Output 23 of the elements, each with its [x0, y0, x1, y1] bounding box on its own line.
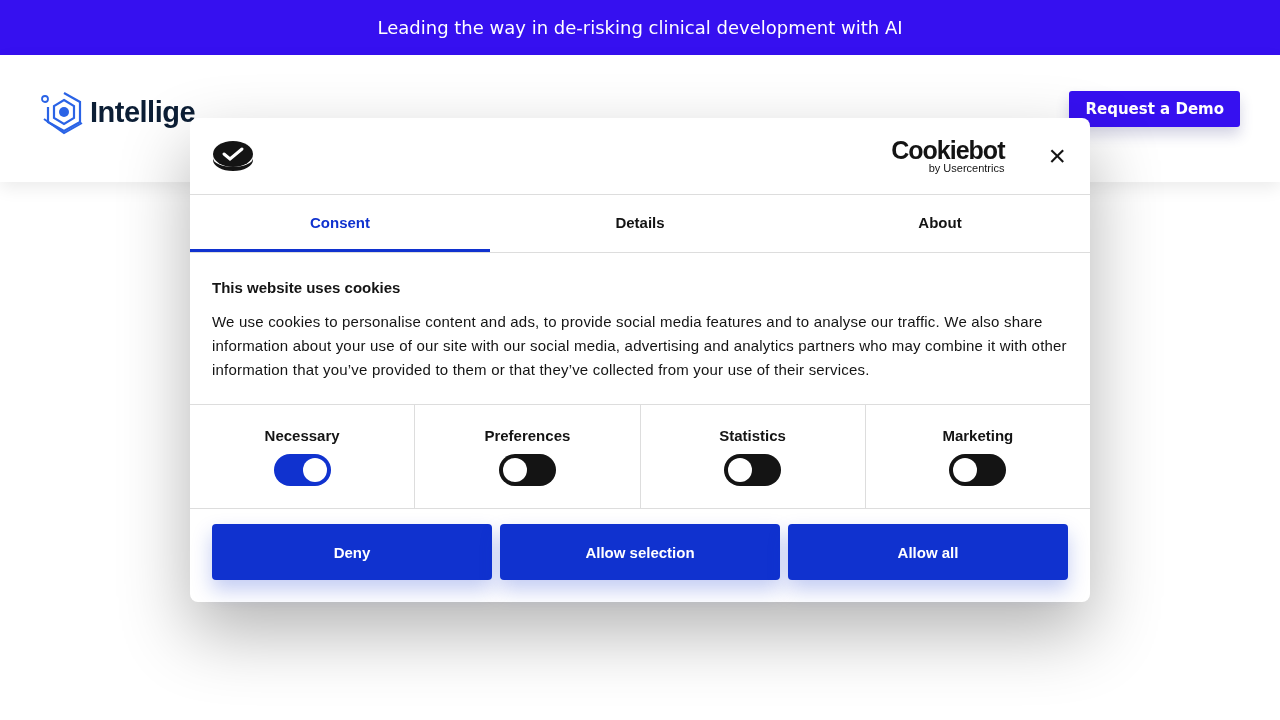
- consent-button[interactable]: Allow all: [788, 524, 1068, 580]
- toggle-switch[interactable]: [724, 454, 782, 486]
- toggle-switch[interactable]: [273, 454, 331, 486]
- category-label: Marketing: [942, 427, 1014, 444]
- cookie-check-icon: [212, 140, 254, 172]
- tab[interactable]: About: [790, 195, 1090, 252]
- dialog-heading: This website uses cookies: [212, 279, 402, 296]
- category-label: Statistics: [719, 427, 786, 444]
- brand-subtitle: by Usercentrics: [928, 163, 1005, 174]
- toggle-switch[interactable]: [949, 454, 1007, 486]
- close-button[interactable]: ×: [1044, 141, 1070, 171]
- consent-button[interactable]: Deny: [212, 524, 492, 580]
- category-label: Preferences: [484, 427, 571, 444]
- logo-text[interactable]: Intellige: [90, 96, 196, 129]
- banner-text: Leading the way in de-risking clinical development with AI: [377, 17, 903, 38]
- brand-name: Cookiebot: [891, 138, 1005, 163]
- request-demo-button[interactable]: Request a Demo: [1069, 90, 1240, 127]
- tab[interactable]: Consent: [190, 195, 490, 252]
- consent-button[interactable]: Allow selection: [500, 524, 780, 580]
- toggle-switch[interactable]: [498, 454, 556, 486]
- tab[interactable]: Details: [490, 195, 790, 252]
- category-label: Necessary: [264, 427, 340, 444]
- dialog-body: We use cookies to personalise content and ads, to provide social media features and to analyse our traffic. We also share information about your use of our site with our social media, advertising and analytics partners who may combine it with other information that you’ve provided to them or that they’ve collected from your use of their services.: [212, 312, 1068, 380]
